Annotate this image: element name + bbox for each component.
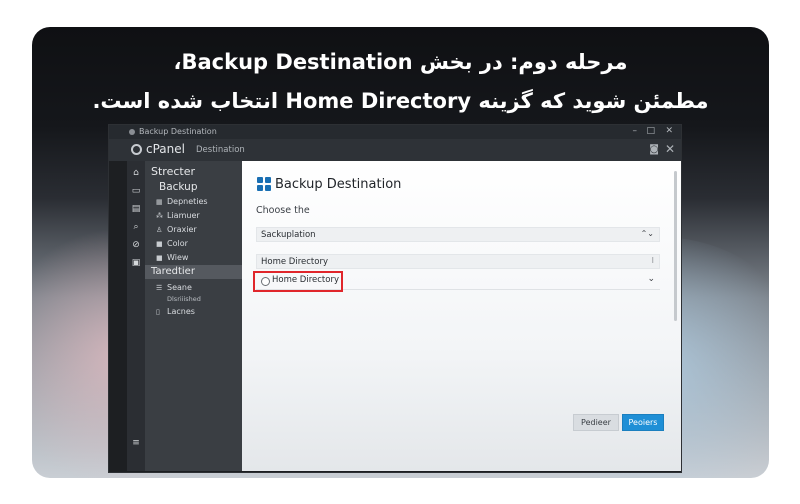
doc-icon: ▯: [156, 308, 160, 316]
highlight-box: [253, 271, 343, 292]
grid-icon: ▦: [156, 198, 163, 206]
search-icon[interactable]: ⌕: [130, 221, 142, 233]
stack-icon: ☰: [156, 284, 163, 292]
minimize-button[interactable]: –: [633, 126, 638, 136]
window-title: Backup Destination: [139, 127, 217, 136]
sidebar-item[interactable]: ♙ Oraxier: [156, 225, 197, 234]
folder-icon: ■: [156, 254, 163, 262]
link-icon[interactable]: ⊘: [130, 239, 142, 251]
maximize-button[interactable]: □: [646, 126, 655, 136]
sidebar-heading-2[interactable]: Taredtier: [151, 266, 195, 277]
menu-icon[interactable]: ≡: [130, 437, 142, 449]
database-icon[interactable]: ▤: [130, 203, 142, 215]
folder-icon: ■: [156, 240, 163, 248]
main-panel: Backup Destination Choose the Sackuplati…: [242, 161, 681, 471]
updown-icon: ⁝: [651, 256, 654, 265]
scrollbar[interactable]: [674, 171, 677, 321]
folder-icon[interactable]: ▭: [130, 185, 142, 197]
sidebar-item[interactable]: ■ Color: [156, 239, 188, 248]
users-icon: ⁂: [156, 212, 163, 220]
secondary-button[interactable]: Pedieer: [573, 414, 619, 431]
backup-icon: [257, 177, 271, 191]
directory-select[interactable]: Home Directory ⁝: [256, 254, 660, 269]
sidebar-item[interactable]: ▦ Depneties: [156, 197, 208, 206]
sidebar-item[interactable]: ⁂ Liamuer: [156, 211, 200, 220]
cpanel-logo-icon: [131, 144, 142, 155]
chevron-down-icon[interactable]: ⌄: [647, 274, 655, 284]
window-titlebar: Backup Destination – □ ✕: [109, 125, 681, 139]
lock-icon[interactable]: ▣: [130, 257, 142, 269]
page-subtitle: Choose the: [256, 205, 310, 216]
screen: Backup Destination – □ ✕ cPanel Destinat…: [108, 124, 682, 473]
sidebar-item[interactable]: ■ Wiew: [156, 253, 188, 262]
sidebar-heading: Strecter: [151, 165, 195, 178]
camera-icon[interactable]: ◙: [649, 144, 659, 155]
destination-select[interactable]: Sackuplation ⌃⌄: [256, 227, 660, 242]
sidebar-item-backup[interactable]: Backup: [159, 181, 198, 193]
home-icon[interactable]: ⌂: [130, 167, 142, 179]
user-icon: ♙: [156, 226, 163, 234]
updown-icon: ⌃⌄: [640, 229, 654, 238]
headline-line-1: مرحله دوم: در بخش Backup Destination،: [173, 50, 628, 74]
primary-button[interactable]: Peoiers: [622, 414, 664, 431]
sidebar-item[interactable]: ☰ Seane: [156, 283, 192, 292]
headline-line-2: مطمئن شوید که گزینه Home Directory انتخا…: [92, 89, 709, 113]
sidebar-item-subtext: Dlsriiished: [167, 295, 201, 303]
breadcrumb[interactable]: Destination: [196, 145, 245, 155]
close-icon[interactable]: ✕: [665, 142, 675, 156]
icon-rail: ⌂ ▭ ▤ ⌕ ⊘ ▣ ≡: [127, 161, 145, 471]
sidebar: Strecter Backup ▦ Depneties ⁂ Liamuer ♙ Ora…: [145, 161, 242, 471]
page-title: Backup Destination: [275, 177, 402, 192]
app-icon: [129, 129, 135, 135]
close-button[interactable]: ✕: [665, 126, 673, 136]
sidebar-item[interactable]: ▯ Lacnes: [156, 307, 195, 316]
top-bar: cPanel Destination ◙ ✕: [109, 139, 681, 161]
brand-name: cPanel: [146, 142, 185, 156]
